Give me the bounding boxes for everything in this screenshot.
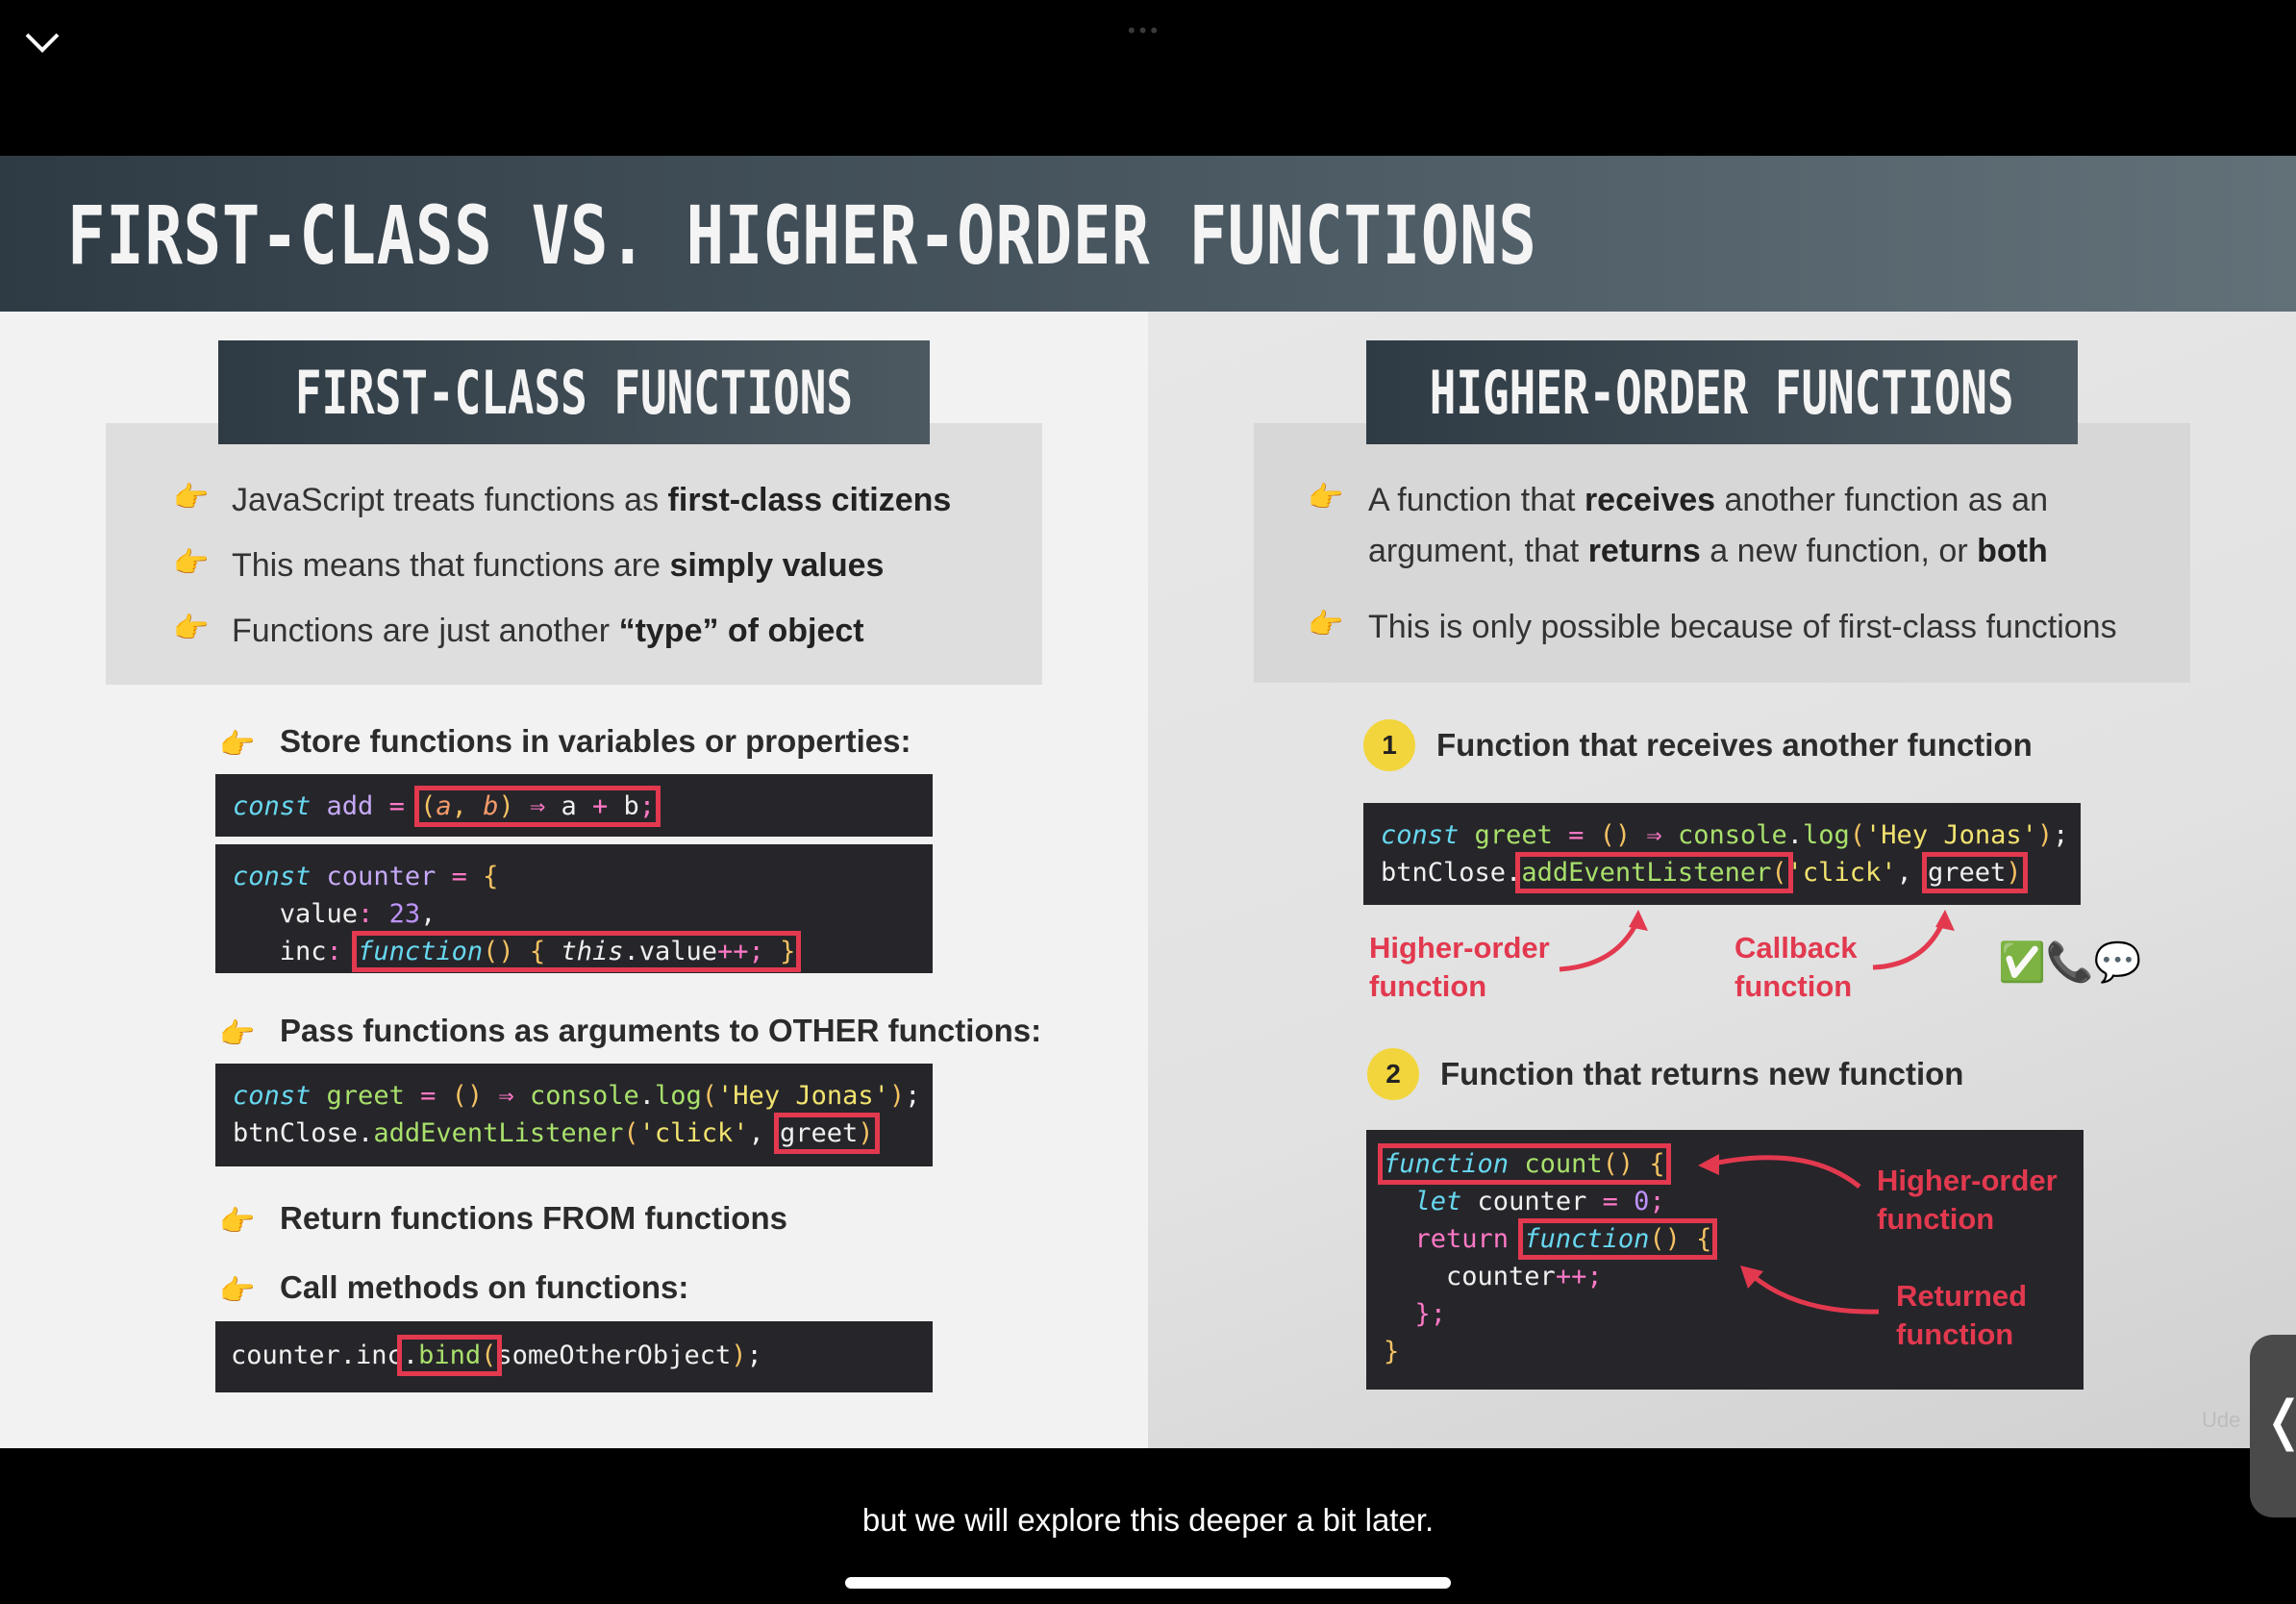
arrow-icon (1740, 1266, 1880, 1315)
left-bullet-3: Functions are just another “type” of obj… (232, 613, 864, 649)
hand-point-icon: 👉 (1308, 609, 1344, 640)
hand-point-icon: 👉 (173, 547, 210, 579)
step-1-label: Function that receives another function (1436, 727, 2033, 763)
hand-point-icon: 👉 (173, 482, 210, 514)
chevron-left-icon: ❬ (2261, 1389, 2296, 1452)
note-higher-order-function-2: Higher-order function (1877, 1164, 2058, 1236)
subheading-pass: Pass functions as arguments to OTHER fun… (280, 1013, 1042, 1048)
step-2-badge: 2 (1367, 1048, 1419, 1100)
right-bullet-1-line-1: A function that receives another functio… (1368, 482, 2048, 518)
note-callback-function: Callback function (1734, 931, 1858, 1003)
home-indicator[interactable] (845, 1577, 1451, 1589)
right-heading-box: HIGHER-ORDER FUNCTIONS (1366, 340, 2078, 444)
subheading-call: Call methods on functions: (280, 1269, 689, 1305)
chevron-down-icon[interactable] (23, 29, 62, 56)
arrow-icon (1872, 910, 1955, 970)
subtitle-caption: but we will explore this deeper a bit la… (861, 1502, 1435, 1538)
subheading-store: Store functions in variables or properti… (280, 723, 911, 759)
arrow-icon (1698, 1154, 1861, 1189)
right-bullet-2: This is only possible because of first-c… (1368, 609, 2117, 645)
left-bullet-1: JavaScript treats functions as first-cla… (232, 482, 952, 518)
hand-point-icon: 👉 (219, 1206, 256, 1238)
subheading-return: Return functions FROM functions (280, 1200, 787, 1236)
hand-point-icon: 👉 (219, 1275, 256, 1307)
hand-point-icon: 👉 (219, 729, 256, 761)
code-block-bind: counter.inc.bind(someOtherObject); (215, 1321, 933, 1392)
code-block-counter: const counter = { value: 23, inc: functi… (215, 844, 933, 973)
hand-point-icon: 👉 (1308, 482, 1344, 514)
hand-point-icon: 👉 (219, 1018, 256, 1050)
code-block-add: const add = (a, b) ⇒ a + b; (215, 774, 933, 837)
code-block-callback: const greet = () ⇒ console.log('Hey Jona… (1363, 803, 2081, 905)
slide-title: FIRST-CLASS VS. HIGHER-ORDER FUNCTIONS (67, 188, 1537, 283)
step-1-badge: 1 (1363, 719, 1415, 771)
left-heading-box: FIRST-CLASS FUNCTIONS (218, 340, 930, 444)
right-bullet-1-line-2: argument, that returns a new function, o… (1368, 533, 2048, 569)
note-higher-order-function: Higher-order function (1369, 931, 1550, 1003)
left-bullet-2: This means that functions are simply val… (232, 547, 885, 584)
code-block-greet: const greet = () ⇒ console.log('Hey Jona… (215, 1064, 933, 1166)
udemy-watermark: Ude (2202, 1408, 2241, 1432)
left-heading: FIRST-CLASS FUNCTIONS (294, 357, 854, 428)
side-panel-tab[interactable]: ❬ (2250, 1335, 2296, 1517)
window-handle[interactable]: ••• (1128, 18, 1161, 43)
step-2-label: Function that returns new function (1440, 1056, 1964, 1091)
arrow-icon (1559, 910, 1648, 972)
right-heading: HIGHER-ORDER FUNCTIONS (1430, 357, 2014, 428)
emoji-check-phone-chat-icons: ✅📞💬 (1998, 941, 2142, 984)
note-returned-function: Returned function (1896, 1279, 2028, 1351)
hand-point-icon: 👉 (173, 613, 210, 644)
